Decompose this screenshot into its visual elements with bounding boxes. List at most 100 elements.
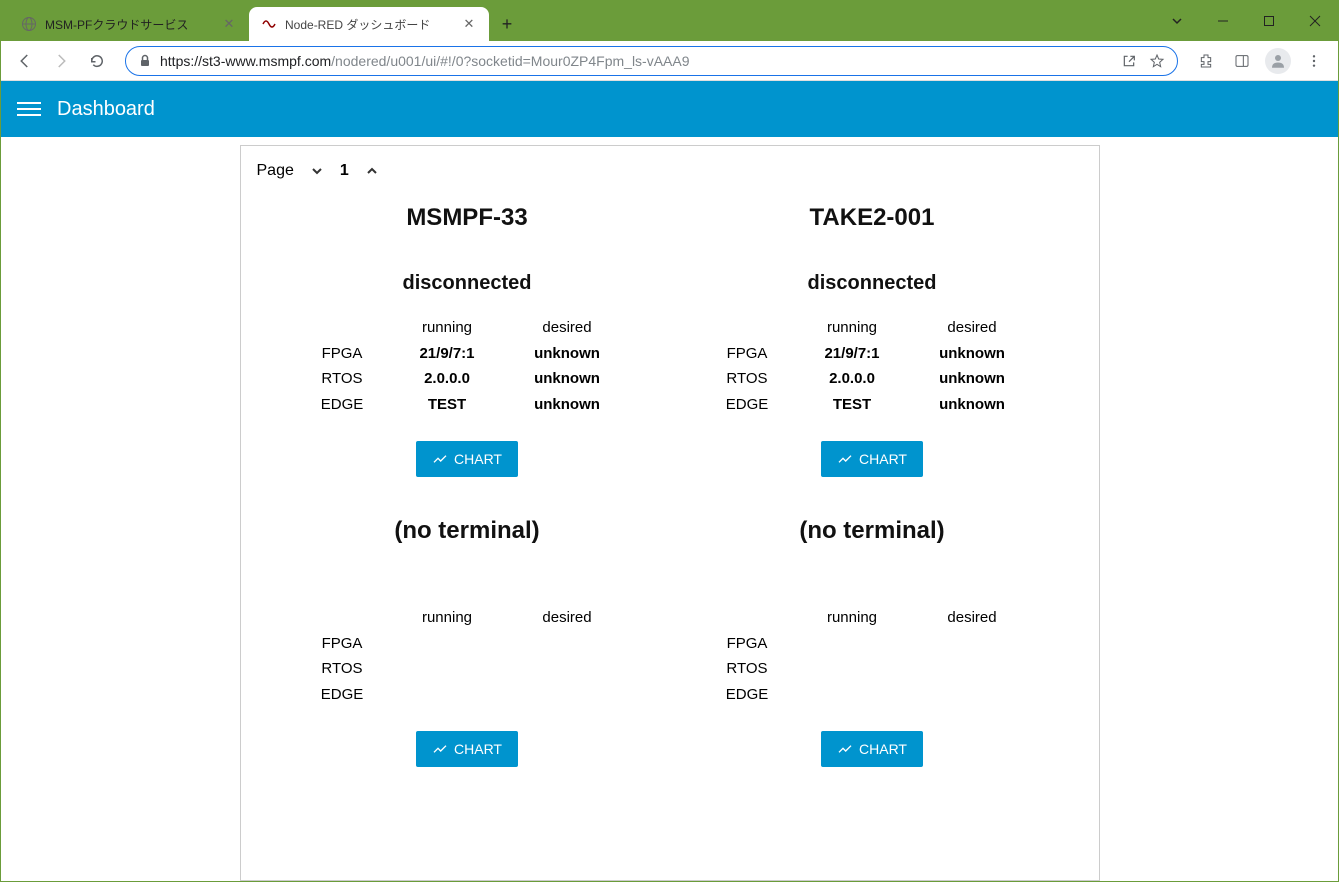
chart-button[interactable]: CHART — [416, 441, 518, 477]
fpga-desired — [507, 631, 627, 657]
extensions-button[interactable] — [1190, 45, 1222, 77]
column-running: running — [387, 315, 507, 341]
new-tab-button[interactable]: + — [493, 10, 521, 38]
chevron-down-icon[interactable] — [308, 162, 326, 180]
spec-table: running desired FPGA RTOS — [297, 605, 637, 707]
edge-desired — [507, 682, 627, 708]
spec-table: running desired FPGA 21/9/7:1 unknown RT… — [297, 315, 637, 417]
fpga-desired — [912, 631, 1032, 657]
dashboard-body: Page 1 MSMPF-33 disconnected — [1, 137, 1338, 881]
rtos-running: 2.0.0.0 — [792, 366, 912, 392]
rtos-running — [792, 656, 912, 682]
fpga-desired: unknown — [507, 341, 627, 367]
chart-button-label: CHART — [454, 451, 502, 467]
device-name: TAKE2-001 — [810, 204, 935, 232]
edge-running — [792, 682, 912, 708]
chart-icon — [837, 451, 853, 467]
row-label-fpga: FPGA — [702, 631, 792, 657]
device-panel: (no terminal) running desired FPGA — [265, 517, 670, 767]
chart-button[interactable]: CHART — [821, 731, 923, 767]
device-status: disconnected — [403, 272, 532, 295]
reload-button[interactable] — [81, 45, 113, 77]
chart-button[interactable]: CHART — [416, 731, 518, 767]
row-label-edge: EDGE — [702, 682, 792, 708]
menu-icon[interactable] — [17, 97, 41, 121]
fpga-running: 21/9/7:1 — [792, 341, 912, 367]
tab-title: Node-RED ダッシュボード — [285, 16, 453, 33]
window-controls — [1154, 1, 1338, 41]
forward-button[interactable] — [45, 45, 77, 77]
close-window-button[interactable] — [1292, 1, 1338, 41]
address-bar[interactable]: https://st3-www.msmpf.com/nodered/u001/u… — [125, 46, 1178, 76]
column-desired: desired — [912, 605, 1032, 631]
fpga-running: 21/9/7:1 — [387, 341, 507, 367]
url-path: /nodered/u001/ui/#!/0?socketid=Mour0ZP4F… — [331, 53, 689, 69]
fpga-running — [792, 631, 912, 657]
fpga-running — [387, 631, 507, 657]
tab-title: MSM-PFクラウドサービス — [45, 16, 213, 33]
device-panel: (no terminal) running desired FPGA — [670, 517, 1075, 767]
maximize-button[interactable] — [1246, 1, 1292, 41]
url-text: https://st3-www.msmpf.com/nodered/u001/u… — [160, 53, 1113, 69]
browser-tab-1[interactable]: Node-RED ダッシュボード ✕ — [249, 7, 489, 41]
globe-icon — [21, 16, 37, 32]
page-content: Dashboard Page 1 M — [1, 81, 1338, 881]
device-name: MSMPF-33 — [406, 204, 527, 232]
minimize-button[interactable] — [1200, 1, 1246, 41]
row-label-rtos: RTOS — [297, 656, 387, 682]
chart-button-label: CHART — [859, 451, 907, 467]
chart-icon — [837, 741, 853, 757]
dashboard-card: Page 1 MSMPF-33 disconnected — [240, 145, 1100, 881]
pager-value: 1 — [340, 162, 349, 180]
close-icon[interactable]: ✕ — [461, 16, 477, 32]
edge-running: TEST — [792, 392, 912, 418]
row-label-edge: EDGE — [297, 392, 387, 418]
app-title: Dashboard — [57, 98, 155, 121]
column-desired: desired — [912, 315, 1032, 341]
edge-desired: unknown — [912, 392, 1032, 418]
row-label-edge: EDGE — [297, 682, 387, 708]
rtos-running: 2.0.0.0 — [387, 366, 507, 392]
device-name: (no terminal) — [394, 517, 539, 545]
chevron-up-icon[interactable] — [363, 162, 381, 180]
row-label-fpga: FPGA — [702, 341, 792, 367]
rtos-desired — [507, 656, 627, 682]
menu-button[interactable] — [1298, 45, 1330, 77]
column-running: running — [792, 605, 912, 631]
edge-desired: unknown — [507, 392, 627, 418]
column-running: running — [387, 605, 507, 631]
device-grid: MSMPF-33 disconnected running desired FP… — [241, 188, 1099, 767]
row-label-rtos: RTOS — [702, 656, 792, 682]
nodered-icon — [261, 16, 277, 32]
side-panel-button[interactable] — [1226, 45, 1258, 77]
edge-desired — [912, 682, 1032, 708]
share-icon[interactable] — [1121, 53, 1137, 69]
device-status: disconnected — [808, 272, 937, 295]
spec-table: running desired FPGA RTOS — [702, 605, 1042, 707]
row-label-fpga: FPGA — [297, 341, 387, 367]
back-button[interactable] — [9, 45, 41, 77]
device-panel: MSMPF-33 disconnected running desired FP… — [265, 204, 670, 477]
chart-icon — [432, 741, 448, 757]
tab-search-button[interactable] — [1154, 1, 1200, 41]
rtos-desired: unknown — [507, 366, 627, 392]
row-label-edge: EDGE — [702, 392, 792, 418]
column-desired: desired — [507, 315, 627, 341]
rtos-desired: unknown — [912, 366, 1032, 392]
url-host: https://st3-www.msmpf.com — [160, 53, 331, 69]
close-icon[interactable]: ✕ — [221, 16, 237, 32]
browser-window: MSM-PFクラウドサービス ✕ Node-RED ダッシュボード ✕ + — [0, 0, 1339, 882]
chart-button-label: CHART — [454, 741, 502, 757]
bookmark-icon[interactable] — [1149, 53, 1165, 69]
browser-tab-0[interactable]: MSM-PFクラウドサービス ✕ — [9, 7, 249, 41]
app-header: Dashboard — [1, 81, 1338, 137]
pager-label: Page — [257, 162, 294, 180]
row-label-fpga: FPGA — [297, 631, 387, 657]
device-panel: TAKE2-001 disconnected running desired F… — [670, 204, 1075, 477]
edge-running: TEST — [387, 392, 507, 418]
spec-table: running desired FPGA 21/9/7:1 unknown RT… — [702, 315, 1042, 417]
lock-icon — [138, 54, 152, 68]
rtos-desired — [912, 656, 1032, 682]
profile-button[interactable] — [1262, 45, 1294, 77]
chart-button[interactable]: CHART — [821, 441, 923, 477]
